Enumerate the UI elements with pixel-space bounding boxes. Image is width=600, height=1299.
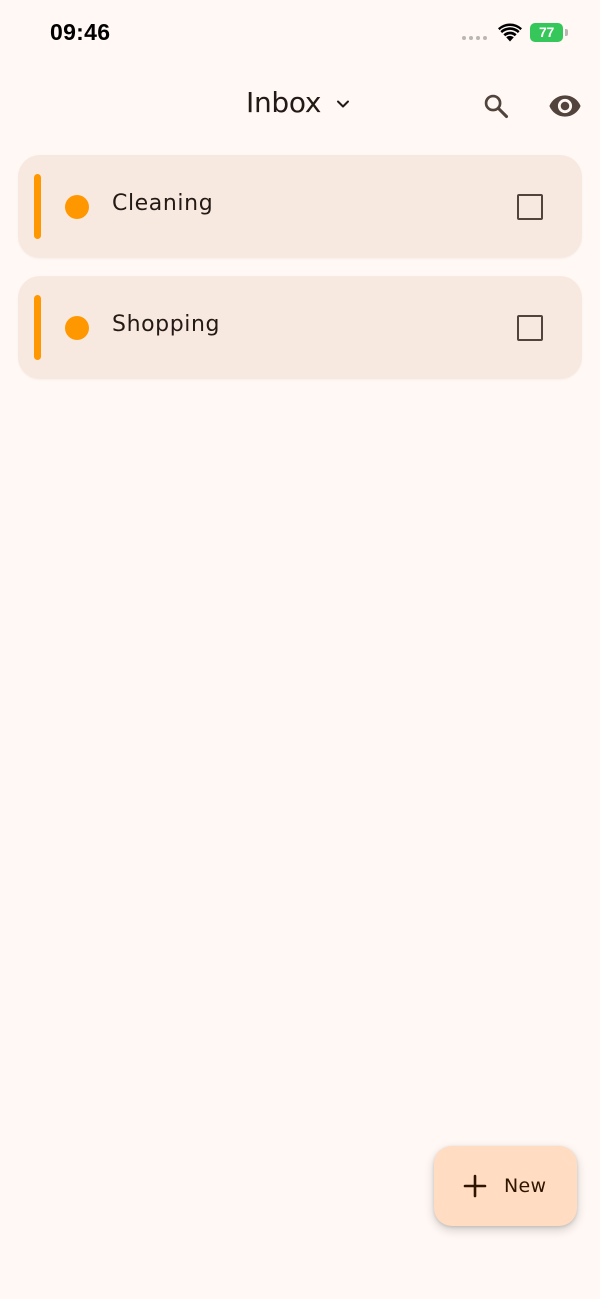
page-title: Inbox (246, 86, 322, 119)
color-dot-icon (65, 316, 89, 340)
eye-icon (549, 95, 581, 117)
list-item-label: Cleaning (112, 191, 214, 216)
list-item-shopping[interactable]: Shopping (18, 276, 582, 379)
task-list: Cleaning Shopping (18, 155, 582, 397)
battery-icon: 77 (530, 23, 568, 42)
list-selector-dropdown[interactable]: Inbox (246, 86, 351, 119)
search-icon (484, 94, 509, 119)
new-button[interactable]: New (434, 1146, 577, 1226)
list-item-cleaning[interactable]: Cleaning (18, 155, 582, 258)
cellular-signal-icon (462, 36, 487, 40)
list-item-label: Shopping (112, 312, 221, 337)
chevron-down-icon (337, 100, 350, 107)
color-accent-bar (34, 174, 41, 239)
plus-icon (463, 1174, 487, 1198)
checkbox[interactable] (517, 194, 543, 220)
color-accent-bar (34, 295, 41, 360)
new-button-label: New (504, 1175, 547, 1197)
app-bar: Inbox (0, 70, 600, 142)
checkbox[interactable] (517, 315, 543, 341)
color-dot-icon (65, 195, 89, 219)
status-time: 09:46 (50, 19, 111, 45)
battery-level: 77 (539, 24, 554, 40)
search-button[interactable] (476, 86, 516, 126)
status-bar: 09:46 77 (0, 0, 600, 66)
visibility-toggle-button[interactable] (545, 86, 585, 126)
wifi-icon (498, 23, 522, 42)
